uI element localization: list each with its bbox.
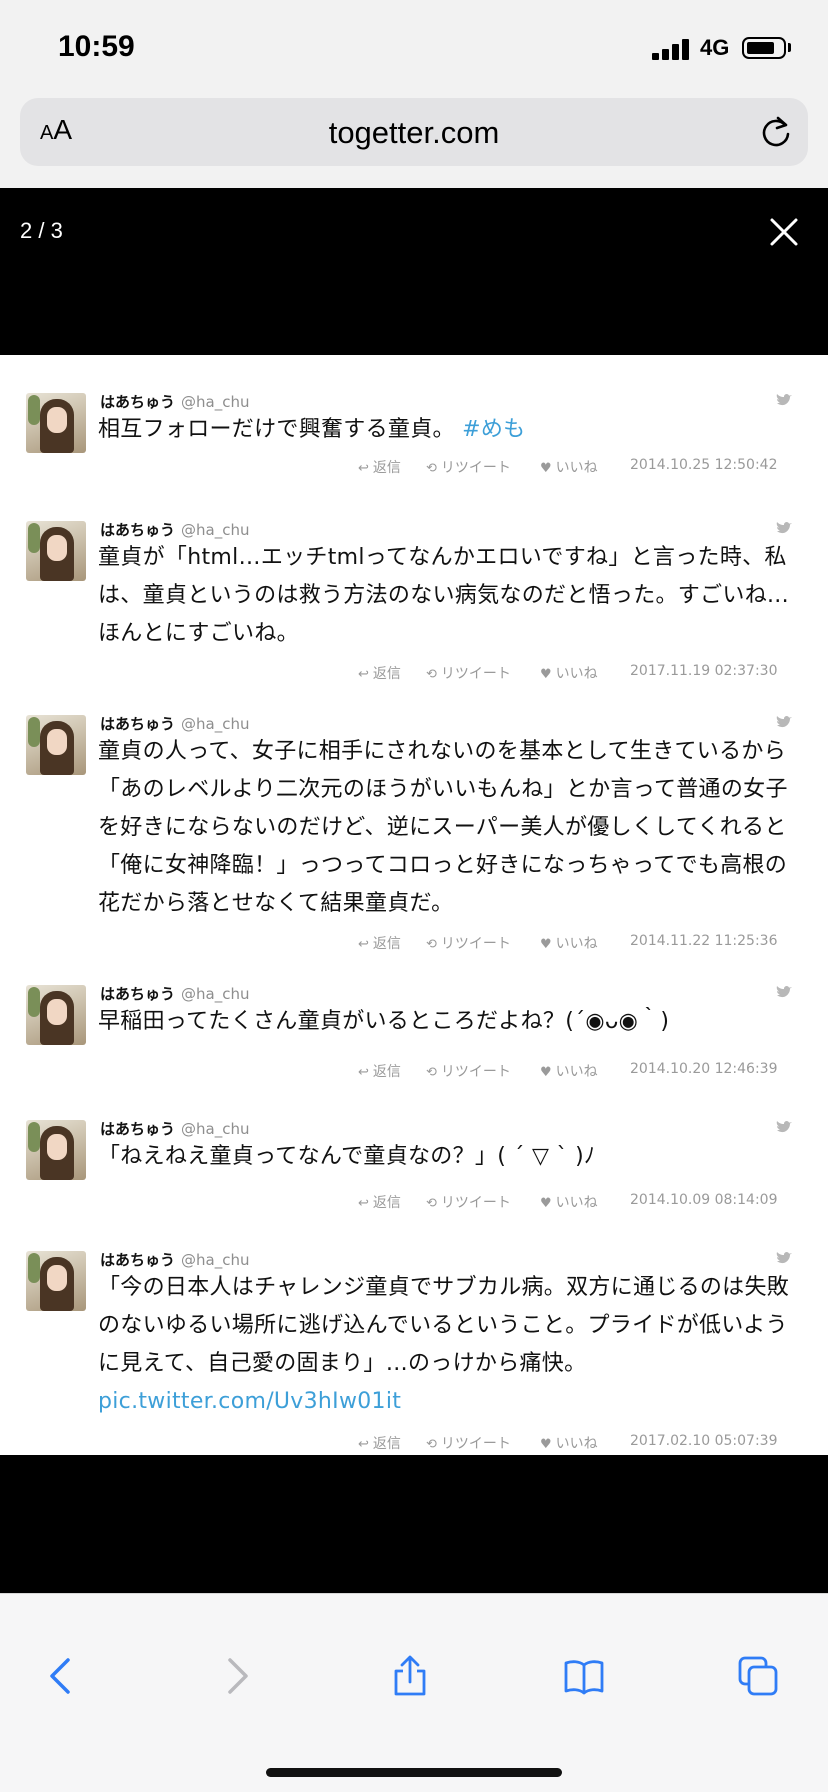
retweet-icon: ⟲ <box>426 1065 437 1080</box>
retweet-icon: ⟲ <box>426 937 437 952</box>
avatar[interactable] <box>26 393 86 453</box>
tweet-date[interactable]: 2014.10.20 12:46:39 <box>630 1061 778 1077</box>
address-area: AA togetter.com <box>0 96 828 188</box>
retweet-button[interactable]: ⟲ リツイート <box>426 1433 511 1453</box>
tweet-date[interactable]: 2017.11.19 02:37:30 <box>630 663 778 679</box>
tweet-user[interactable]: はあちゅう @ha_chu <box>100 983 249 1004</box>
tweet-date[interactable]: 2014.10.25 12:50:42 <box>630 457 778 473</box>
heart-icon: ♥ <box>540 1437 552 1452</box>
avatar[interactable] <box>26 521 86 581</box>
retweet-button[interactable]: ⟲ リツイート <box>426 933 511 953</box>
retweet-icon: ⟲ <box>426 667 437 682</box>
reply-button[interactable]: ↩ 返信 <box>358 1061 401 1081</box>
like-button[interactable]: ♥ いいね <box>540 1061 598 1081</box>
reply-icon: ↩ <box>358 937 369 952</box>
retweet-icon: ⟲ <box>426 1437 437 1452</box>
twitter-bird-icon[interactable] <box>776 521 792 535</box>
tweet-actions: ↩ 返信 ⟲ リツイート ♥ いいね 2017.11.19 02:37:30 <box>0 663 790 683</box>
share-icon[interactable] <box>388 1654 432 1698</box>
twitter-bird-icon[interactable] <box>776 393 792 407</box>
retweet-button[interactable]: ⟲ リツイート <box>426 1192 511 1212</box>
bookmarks-icon[interactable] <box>562 1654 606 1698</box>
tweet-date[interactable]: 2014.11.22 11:25:36 <box>630 933 778 949</box>
hashtag-link[interactable]: #めも <box>462 417 525 442</box>
back-icon[interactable] <box>40 1654 84 1698</box>
tweet-user[interactable]: はあちゅう @ha_chu <box>100 1118 249 1139</box>
browser-toolbar <box>0 1593 828 1792</box>
twitter-bird-icon[interactable] <box>776 985 792 999</box>
reply-icon: ↩ <box>358 667 369 682</box>
battery-icon <box>742 37 786 59</box>
like-button[interactable]: ♥ いいね <box>540 457 598 477</box>
twitter-bird-icon[interactable] <box>776 1251 792 1265</box>
reply-button[interactable]: ↩ 返信 <box>358 933 401 953</box>
tweet-date[interactable]: 2017.02.10 05:07:39 <box>630 1433 778 1449</box>
tweet-text: 「今の日本人はチャレンジ童貞でサブカル病。双方に通じるのは失敗のないゆるい場所に… <box>98 1275 790 1376</box>
url-text[interactable]: togetter.com <box>20 115 808 151</box>
retweet-button[interactable]: ⟲ リツイート <box>426 457 511 477</box>
tweet-actions: ↩ 返信 ⟲ リツイート ♥ いいね 2014.10.20 12:46:39 <box>0 1061 790 1081</box>
tweet-user[interactable]: はあちゅう @ha_chu <box>100 713 249 734</box>
avatar[interactable] <box>26 1251 86 1311</box>
address-bar[interactable]: AA togetter.com <box>20 98 808 166</box>
tweet-user[interactable]: はあちゅう @ha_chu <box>100 391 249 412</box>
like-button[interactable]: ♥ いいね <box>540 1433 598 1453</box>
tweet-text: 童貞が「html…エッチtmlってなんかエロいですね」と言った時、私は、童貞とい… <box>98 545 789 646</box>
reply-icon: ↩ <box>358 1437 369 1452</box>
reply-icon: ↩ <box>358 1065 369 1080</box>
heart-icon: ♥ <box>540 667 552 682</box>
reload-icon[interactable] <box>758 114 794 150</box>
tabs-icon[interactable] <box>736 1654 780 1698</box>
avatar[interactable] <box>26 715 86 775</box>
reply-button[interactable]: ↩ 返信 <box>358 457 401 477</box>
tweet-text: 早稲田ってたくさん童貞がいるところだよね？(´◉ᴗ◉｀) <box>98 1009 670 1034</box>
reply-button[interactable]: ↩ 返信 <box>358 1433 401 1453</box>
tweet-list: はあちゅう @ha_chu 相互フォローだけで興奮する童貞。 #めも ↩ 返信 ⟲ リ… <box>0 355 828 1455</box>
forward-icon[interactable] <box>214 1654 258 1698</box>
reply-button[interactable]: ↩ 返信 <box>358 663 401 683</box>
heart-icon: ♥ <box>540 937 552 952</box>
status-bar: 10:59 4G <box>0 0 828 96</box>
retweet-icon: ⟲ <box>426 1196 437 1211</box>
twitter-bird-icon[interactable] <box>776 715 792 729</box>
tweet-text: 相互フォローだけで興奮する童貞。 <box>98 417 455 442</box>
viewer-header: 2 / 3 <box>0 188 828 355</box>
home-indicator <box>266 1768 562 1777</box>
tweet-actions: ↩ 返信 ⟲ リツイート ♥ いいね 2017.02.10 05:07:39 <box>0 1433 790 1453</box>
like-button[interactable]: ♥ いいね <box>540 933 598 953</box>
tweet-user[interactable]: はあちゅう @ha_chu <box>100 1249 249 1270</box>
tweet-date[interactable]: 2014.10.09 08:14:09 <box>630 1192 778 1208</box>
like-button[interactable]: ♥ いいね <box>540 663 598 683</box>
like-button[interactable]: ♥ いいね <box>540 1192 598 1212</box>
tweet-user[interactable]: はあちゅう @ha_chu <box>100 519 249 540</box>
twitter-bird-icon[interactable] <box>776 1120 792 1134</box>
avatar[interactable] <box>26 985 86 1045</box>
heart-icon: ♥ <box>540 1196 552 1211</box>
status-time: 10:59 <box>58 30 135 63</box>
tweet-actions: ↩ 返信 ⟲ リツイート ♥ いいね 2014.10.25 12:50:42 <box>0 457 790 477</box>
reply-icon: ↩ <box>358 1196 369 1211</box>
retweet-icon: ⟲ <box>426 461 437 476</box>
tweet-actions: ↩ 返信 ⟲ リツイート ♥ いいね 2014.10.09 08:14:09 <box>0 1192 790 1212</box>
pic-link[interactable]: pic.twitter.com/Uv3hIw01it <box>98 1389 401 1414</box>
page-counter: 2 / 3 <box>20 218 63 243</box>
signal-icon <box>652 38 696 60</box>
retweet-button[interactable]: ⟲ リツイート <box>426 663 511 683</box>
reply-icon: ↩ <box>358 461 369 476</box>
tweet-text: 童貞の人って、女子に相手にされないのを基本として生きているから「あのレベルより二… <box>98 739 788 916</box>
tweet-actions: ↩ 返信 ⟲ リツイート ♥ いいね 2014.11.22 11:25:36 <box>0 933 790 953</box>
reply-button[interactable]: ↩ 返信 <box>358 1192 401 1212</box>
close-icon[interactable] <box>766 214 802 250</box>
heart-icon: ♥ <box>540 461 552 476</box>
tweet-text: 「ねえねえ童貞ってなんで童貞なの？」( ´ ▽ ` )ﾉ <box>98 1144 596 1169</box>
heart-icon: ♥ <box>540 1065 552 1080</box>
network-label: 4G <box>700 35 730 60</box>
retweet-button[interactable]: ⟲ リツイート <box>426 1061 511 1081</box>
avatar[interactable] <box>26 1120 86 1180</box>
